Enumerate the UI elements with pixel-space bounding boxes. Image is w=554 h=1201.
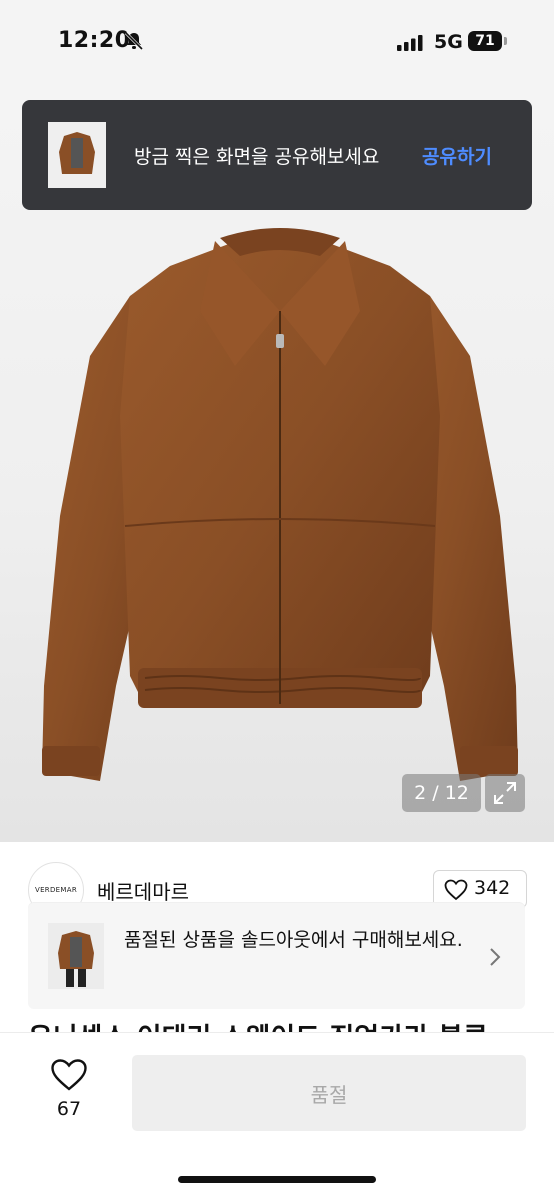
heart-icon (444, 879, 468, 901)
screenshot-thumbnail[interactable] (48, 122, 106, 188)
signal-icon (397, 35, 423, 51)
product-title-text: 유니섹스 이태리 스웨이드 집업카라 블루 (28, 1016, 538, 1032)
wishlist-count: 67 (56, 1098, 82, 1120)
sold-out-thumbnail-image (48, 923, 104, 989)
like-count: 342 (474, 877, 511, 899)
battery-cap (504, 37, 507, 45)
toast-message: 방금 찍은 화면을 공유해보세요 (134, 146, 380, 168)
home-indicator (178, 1176, 376, 1183)
chevron-right-icon (490, 948, 501, 966)
expand-button[interactable] (485, 774, 525, 812)
sold-out-button[interactable]: 품절 (132, 1055, 526, 1131)
network-type: 5G (434, 31, 463, 53)
status-bar: 12:20 5G 71 (0, 0, 554, 86)
share-button[interactable]: 공유하기 (422, 142, 492, 169)
bell-slash-icon (124, 31, 144, 51)
share-toast: 방금 찍은 화면을 공유해보세요 공유하기 (22, 100, 532, 210)
product-image (42, 228, 518, 781)
expand-icon (494, 782, 516, 804)
sold-out-message: 품절된 상품을 솔드아웃에서 구매해보세요. (124, 929, 463, 951)
product-title: 유니섹스 이태리 스웨이드 집업카라 블루 (28, 1016, 538, 1032)
image-counter: 2 / 12 (402, 774, 481, 812)
seller-name[interactable]: 베르데마르 (97, 876, 189, 905)
status-time: 12:20 (58, 28, 131, 53)
screenshot-thumbnail-image (48, 122, 106, 188)
battery-indicator: 71 (468, 31, 502, 51)
wishlist-heart-icon[interactable] (50, 1058, 88, 1092)
sold-out-thumbnail (48, 923, 104, 989)
sold-out-banner[interactable]: 품절된 상품을 솔드아웃에서 구매해보세요. (28, 903, 525, 1009)
